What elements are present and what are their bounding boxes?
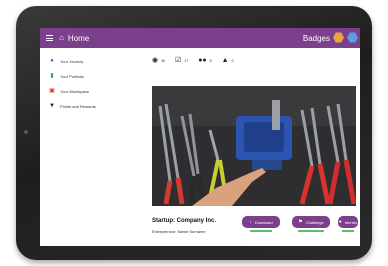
workspace-icon: ▣ [49, 88, 55, 94]
tools-photo-image [152, 86, 356, 206]
download-progress [250, 230, 272, 232]
people-icon: ●● [198, 57, 207, 64]
sidebar-item-label: Your Workspace [60, 88, 90, 94]
download-icon: ↓ [249, 219, 252, 225]
document-icon: ▮ [50, 73, 54, 79]
eye-icon: ◉ [152, 57, 159, 64]
stat-streak: ▲ 0 [222, 57, 234, 64]
sidebar-item-portfolio[interactable]: ▮ Your Portfolio [48, 70, 140, 82]
company-name: Startup: Company Inc. [152, 218, 217, 224]
sidebar-item-label: Points and Rewards [60, 103, 96, 109]
sidebar-item-rewards[interactable]: ▼ Points and Rewards [48, 100, 140, 112]
flame-icon: ▲ [221, 57, 229, 64]
badges-label[interactable]: Badges [303, 34, 330, 43]
stat-team: ●● 5 [198, 57, 211, 64]
compass-icon: ● [50, 58, 54, 64]
person-icon: ● [338, 219, 342, 225]
challenge-progress [298, 230, 324, 232]
hamburger-menu-icon[interactable] [46, 35, 53, 41]
tablet-frame: ⌂ Home Badges ● Your Journey ▮ Your Port… [16, 6, 372, 260]
download-button[interactable]: ↓ Download [242, 216, 280, 228]
sidebar: ● Your Journey ▮ Your Portfolio ▣ Your W… [40, 52, 140, 246]
home-icon[interactable]: ⌂ [59, 34, 64, 42]
sidebar-item-journey[interactable]: ● Your Journey [48, 55, 140, 67]
download-button-label: Download [254, 219, 273, 225]
mentor-button[interactable]: ● Mentor [338, 216, 358, 228]
sidebar-item-label: Your Journey [60, 58, 84, 64]
sidebar-item-label: Your Portfolio [60, 73, 84, 79]
stat-value: 0 [231, 58, 234, 63]
camera-dot [24, 130, 28, 134]
mentor-button-label: Mentor [344, 219, 358, 225]
badge-orange-icon[interactable] [333, 32, 344, 43]
stat-tasks: ☑ 17 [175, 57, 188, 64]
challenge-button[interactable]: ⚑ Challenge [292, 216, 330, 228]
checkbox-icon: ☑ [175, 57, 182, 64]
venture-photo [152, 86, 356, 206]
sidebar-item-workspace[interactable]: ▣ Your Workspace [48, 85, 140, 97]
top-bar: ⌂ Home Badges [40, 28, 360, 48]
stat-value: 5 [209, 58, 212, 63]
mentor-progress [342, 230, 354, 232]
stat-value: 17 [184, 58, 189, 63]
flag-icon: ⚑ [298, 219, 303, 225]
page-title[interactable]: Home [68, 34, 89, 43]
app-screen: ⌂ Home Badges ● Your Journey ▮ Your Port… [40, 28, 360, 246]
stats-bar: ◉ 36 ☑ 17 ●● 5 ▲ 0 [152, 57, 244, 64]
stat-value: 36 [161, 58, 166, 63]
stat-views: ◉ 36 [152, 57, 165, 64]
challenge-button-label: Challenge [305, 219, 324, 225]
trophy-icon: ▼ [49, 103, 55, 109]
badge-blue-icon[interactable] [347, 32, 358, 43]
entrepreneur-name: Entrepreneur: Name Surname [152, 229, 206, 234]
